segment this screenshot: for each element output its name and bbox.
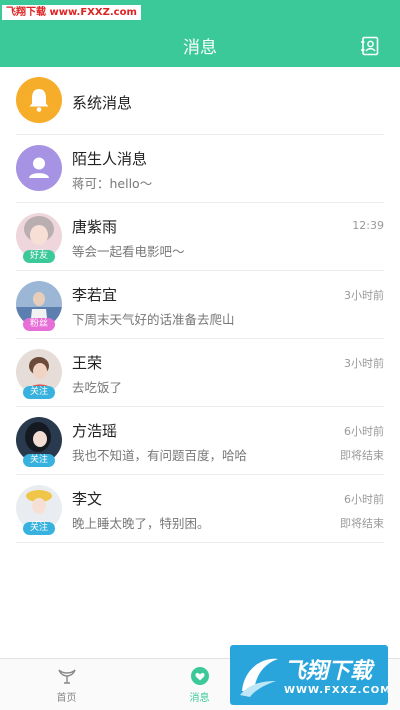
top-bar: 飞翔下载 www.FXXZ.com 消息 xyxy=(0,0,400,67)
message-row[interactable]: 好友 唐紫雨 等会一起看电影吧～ 12:39 xyxy=(0,203,400,271)
system-avatar xyxy=(16,77,62,123)
tag-badge: 好友 xyxy=(23,250,55,263)
divider xyxy=(16,542,384,543)
message-time: 12:39 xyxy=(352,219,384,232)
message-name: 王荣 xyxy=(72,354,103,372)
message-preview: 下周末天气好的话准备去爬山 xyxy=(72,312,235,327)
tag-badge: 关注 xyxy=(23,386,55,399)
contacts-icon xyxy=(361,36,379,56)
contacts-button[interactable] xyxy=(360,36,380,56)
message-status: 即将结束 xyxy=(340,449,384,462)
message-row[interactable]: 关注 方浩瑶 我也不知道，有问题百度，哈哈 6小时前 即将结束 xyxy=(0,407,400,475)
message-time: 6小时前 xyxy=(344,493,384,506)
tag-badge: 关注 xyxy=(23,522,55,535)
watermark-logo: 飞翔下载 WWW.FXXZ.COM xyxy=(230,645,388,705)
message-name: 方浩瑶 xyxy=(72,422,118,440)
message-row-system[interactable]: 系统消息 xyxy=(0,67,400,135)
tag-badge: 关注 xyxy=(23,454,55,467)
message-name: 李若宜 xyxy=(72,286,118,304)
message-time: 6小时前 xyxy=(344,425,384,438)
stranger-avatar xyxy=(16,145,62,191)
message-name: 陌生人消息 xyxy=(72,150,148,168)
message-name: 唐紫雨 xyxy=(72,218,118,236)
message-preview: 蒋可：hello～ xyxy=(72,176,153,191)
message-row-stranger[interactable]: 陌生人消息 蒋可：hello～ xyxy=(0,135,400,203)
message-preview: 等会一起看电影吧～ xyxy=(72,244,185,259)
message-preview: 去吃饭了 xyxy=(72,380,123,395)
message-name: 李文 xyxy=(72,490,103,508)
heart-chat-icon xyxy=(191,667,209,685)
message-time: 3小时前 xyxy=(344,289,384,302)
page-title: 消息 xyxy=(183,38,217,58)
message-status: 即将结束 xyxy=(340,517,384,530)
message-row[interactable]: 粉丝 李若宜 下周末天气好的话准备去爬山 3小时前 xyxy=(0,271,400,339)
message-name: 系统消息 xyxy=(72,94,133,112)
tag-badge: 粉丝 xyxy=(23,318,55,331)
watermark-swoosh-icon xyxy=(240,658,278,697)
whale-tail-icon xyxy=(58,669,76,684)
message-row[interactable]: 关注 王荣 去吃饭了 3小时前 xyxy=(0,339,400,407)
person-icon xyxy=(29,157,49,178)
message-row[interactable]: 关注 李文 晚上睡太晚了，特别困。 6小时前 即将结束 xyxy=(0,475,400,543)
message-time: 3小时前 xyxy=(344,357,384,370)
message-preview: 晚上睡太晚了，特别困。 xyxy=(72,516,210,531)
watermark-url: WWW.FXXZ.COM xyxy=(284,685,388,696)
message-list: 系统消息 陌生人消息 蒋可：hello～ 好友 唐紫雨 等会一起看电影吧～ 12… xyxy=(0,67,400,543)
watermark-top: 飞翔下载 www.FXXZ.com xyxy=(2,5,141,20)
tab-label: 首页 xyxy=(56,693,77,704)
bell-icon xyxy=(29,89,49,112)
message-preview: 我也不知道，有问题百度，哈哈 xyxy=(72,448,248,463)
tab-home[interactable]: 首页 xyxy=(0,659,133,710)
watermark-brand: 飞翔下载 xyxy=(284,659,373,684)
